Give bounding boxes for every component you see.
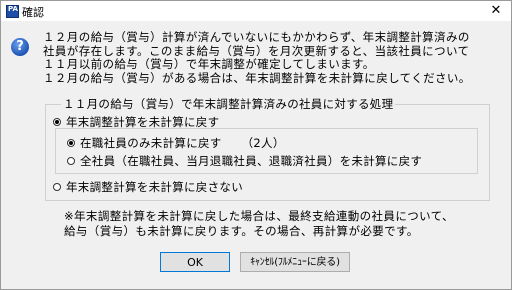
group-label: １１月の給与（賞与）で年末調整計算済みの社員に対する処理 bbox=[61, 96, 396, 112]
ok-button[interactable]: OK bbox=[160, 252, 230, 272]
message-line: １１月以前の給与（賞与）で年末調整が確定してしまいます。 bbox=[43, 57, 375, 71]
radio-label: 全社員（在職社員、当月退職社員、退職済社員）を未計算に戻す bbox=[80, 154, 423, 168]
close-button[interactable]: ✕ bbox=[481, 1, 511, 21]
message-line: 社員が存在します。このまま給与（賞与）を月次更新すると、当該社員について bbox=[43, 43, 470, 58]
note-line: 給与（賞与）も未計算に戻ります。その場合、再計算が必要です。 bbox=[64, 224, 419, 238]
radio-label: 年末調整計算を未計算に戻さない bbox=[66, 180, 243, 194]
note-text: ※年末調整計算を未計算に戻した場合は、最終支給連動の社員について、 給与（賞与）… bbox=[64, 209, 484, 239]
radio-button[interactable] bbox=[67, 157, 75, 165]
app-icon: PA bbox=[6, 5, 19, 18]
radio-active-only[interactable]: 在職社員のみ未計算に戻す （2人） bbox=[67, 135, 285, 151]
window-title: 確認 bbox=[22, 6, 44, 19]
radio-button[interactable] bbox=[53, 183, 61, 191]
question-icon: ? bbox=[11, 38, 29, 56]
radio-no-revert[interactable]: 年末調整計算を未計算に戻さない bbox=[53, 179, 243, 195]
title-bar: PA 確認 ✕ bbox=[1, 1, 511, 21]
employee-count: （2人） bbox=[241, 136, 285, 150]
radio-all-employees[interactable]: 全社員（在職社員、当月退職社員、退職済社員）を未計算に戻す bbox=[67, 153, 422, 169]
radio-label: 在職社員のみ未計算に戻す bbox=[80, 136, 222, 150]
cancel-button[interactable]: ｷｬﾝｾﾙ(ﾌﾙﾒﾆｭｰに戻る) bbox=[240, 252, 350, 272]
app-icon-text: PA bbox=[8, 5, 18, 13]
message-line: １２月の給与（賞与）がある場合は、年末調整計算を未計算に戻してください。 bbox=[43, 70, 471, 85]
confirm-dialog: PA 確認 ✕ ? １２月の給与（賞与）計算が済んでいないにもかかわらず、年末調… bbox=[0, 0, 512, 290]
radio-button[interactable] bbox=[67, 139, 75, 147]
message-text: １２月の給与（賞与）計算が済んでいないにもかかわらず、年末調整計算済みの 社員が… bbox=[43, 30, 493, 85]
radio-button[interactable] bbox=[53, 118, 61, 126]
message-line: １２月の給与（賞与）計算が済んでいないにもかかわらず、年末調整計算済みの bbox=[43, 30, 470, 44]
note-line: ※年末調整計算を未計算に戻した場合は、最終支給連動の社員について、 bbox=[64, 209, 454, 223]
